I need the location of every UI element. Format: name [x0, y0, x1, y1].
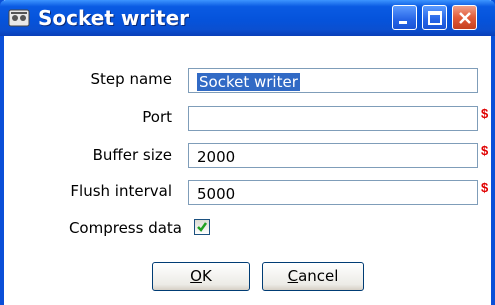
close-button[interactable]: [452, 5, 477, 30]
title-bar[interactable]: Socket writer: [0, 0, 495, 36]
minimize-button[interactable]: [392, 5, 417, 30]
window-title: Socket writer: [38, 6, 190, 30]
flush-interval-label: Flush interval: [70, 182, 172, 200]
cancel-mnemonic: C: [287, 267, 299, 285]
maximize-button[interactable]: [422, 5, 447, 30]
checkmark-icon: [197, 222, 208, 232]
ok-button[interactable]: OK: [152, 262, 250, 291]
step-name-label: Step name: [90, 70, 172, 88]
socket-writer-dialog: Socket writer Step name Socket writer Po…: [0, 0, 495, 305]
step-name-value: Socket writer: [197, 73, 300, 91]
port-label: Port: [142, 108, 172, 126]
variable-dollar-icon: $: [481, 106, 489, 120]
svg-text:$: $: [481, 180, 489, 194]
variable-dollar-icon: $: [481, 143, 489, 157]
buffer-size-input[interactable]: 2000: [188, 143, 478, 168]
compress-data-label: Compress data: [68, 219, 182, 237]
cancel-label-rest: ancel: [298, 267, 339, 285]
flush-interval-input[interactable]: 5000: [188, 180, 478, 205]
hop-icon: [8, 9, 30, 27]
cancel-button[interactable]: Cancel: [262, 262, 364, 291]
step-name-input[interactable]: Socket writer: [188, 68, 478, 93]
compress-data-checkbox[interactable]: [194, 219, 210, 235]
buffer-size-label: Buffer size: [92, 146, 172, 164]
port-input[interactable]: [188, 106, 478, 131]
svg-text:$: $: [481, 143, 489, 157]
variable-dollar-icon: $: [481, 180, 489, 194]
ok-label-rest: K: [201, 267, 212, 285]
minimize-icon: [399, 21, 407, 24]
svg-text:$: $: [481, 106, 489, 120]
maximize-icon: [428, 11, 442, 25]
close-icon: [459, 12, 471, 24]
ok-mnemonic: O: [190, 267, 202, 285]
